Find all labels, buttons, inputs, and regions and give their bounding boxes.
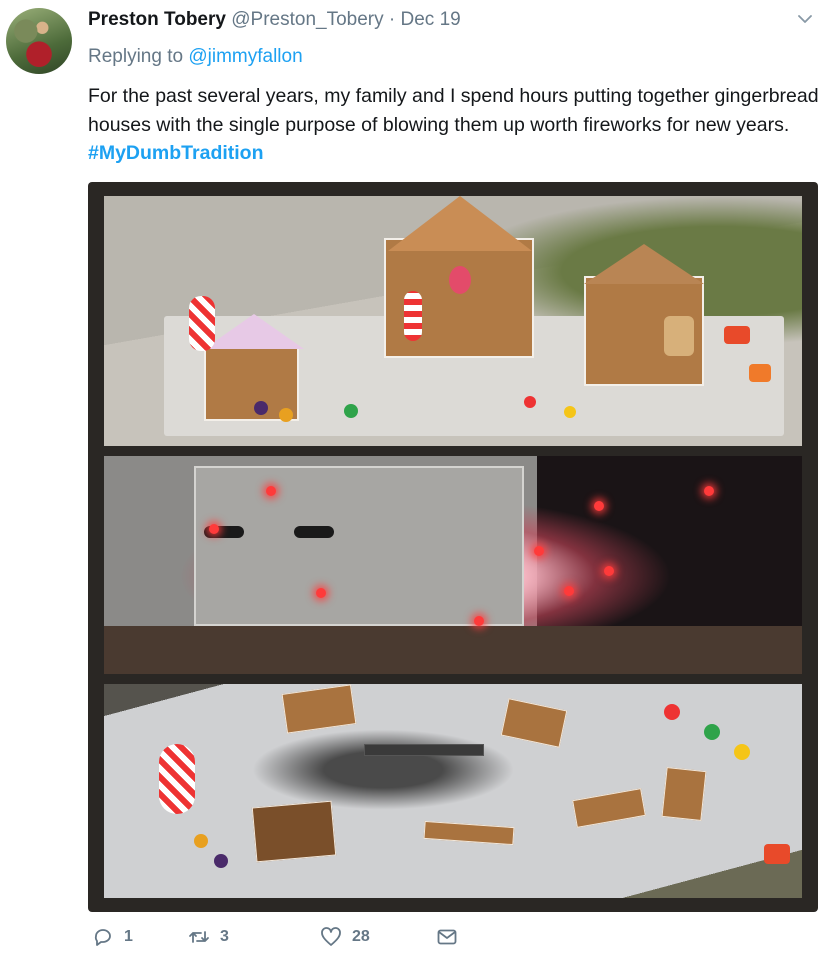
reply-count: 1	[124, 928, 133, 945]
direct-message-button[interactable]	[436, 926, 458, 948]
tweet-photo[interactable]	[88, 182, 818, 912]
retweet-icon	[189, 931, 209, 943]
hashtag-link[interactable]: #MyDumbTradition	[88, 142, 264, 164]
retweet-count: 3	[220, 928, 229, 945]
author-handle[interactable]: @Preston_Tobery	[231, 9, 383, 30]
reply-icon	[94, 929, 111, 946]
replying-to-link[interactable]: @jimmyfallon	[188, 46, 302, 67]
avatar[interactable]	[6, 8, 72, 74]
chevron-down-icon[interactable]	[798, 12, 812, 26]
like-count: 28	[352, 928, 370, 945]
like-button[interactable]: 28	[320, 926, 370, 948]
photo-panel-houses	[104, 196, 802, 446]
separator-dot: ·	[388, 9, 396, 30]
replying-to: Replying to @jimmyfallon	[88, 46, 303, 68]
retweet-button[interactable]: 3	[188, 926, 229, 948]
tweet-actions: 1 3 28	[88, 926, 488, 956]
reply-button[interactable]: 1	[92, 926, 133, 948]
tweet-header: Preston Tobery @Preston_Tobery · Dec 19	[88, 9, 461, 31]
replying-prefix: Replying to	[88, 46, 184, 67]
tweet-text: For the past several years, my family an…	[88, 82, 828, 168]
tweet-body: For the past several years, my family an…	[88, 85, 819, 136]
photo-panel-fireworks	[104, 456, 802, 674]
photo-panel-aftermath	[104, 684, 802, 898]
heart-icon	[321, 927, 341, 946]
author-name[interactable]: Preston Tobery	[88, 9, 226, 30]
tweet-date[interactable]: Dec 19	[401, 9, 461, 30]
envelope-icon	[437, 929, 457, 945]
